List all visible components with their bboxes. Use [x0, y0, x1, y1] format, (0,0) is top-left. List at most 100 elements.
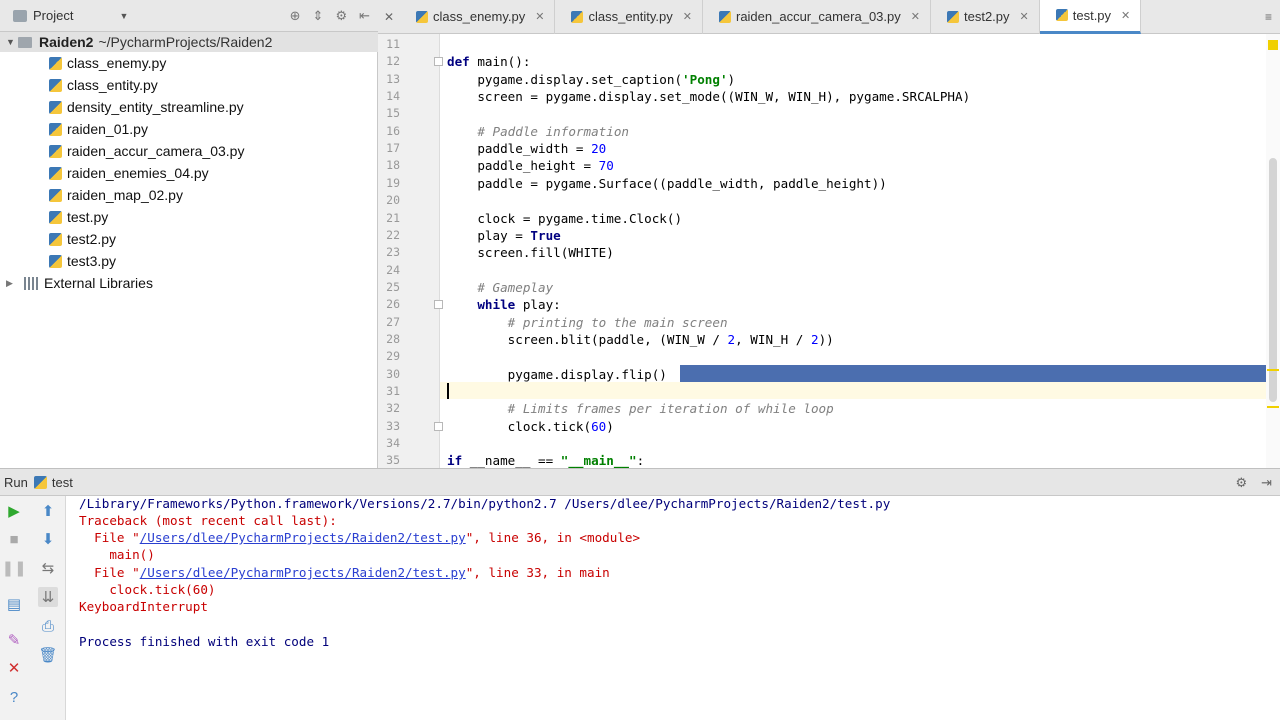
- run-console-output[interactable]: /Library/Frameworks/Python.framework/Ver…: [66, 496, 1280, 720]
- project-panel-title[interactable]: Project: [33, 8, 73, 23]
- root-folder-path: ~/PycharmProjects/Raiden2: [98, 34, 273, 50]
- arrow-up-icon[interactable]: ⬆: [38, 501, 58, 521]
- pin-tab-icon[interactable]: ✎: [4, 630, 24, 650]
- expand-arrow-icon[interactable]: ▶: [6, 278, 24, 289]
- current-line-highlight: [440, 382, 1280, 399]
- tree-root-row[interactable]: ▼ Raiden2 ~/PycharmProjects/Raiden2: [0, 32, 378, 52]
- close-icon[interactable]: ✕: [683, 10, 692, 23]
- warning-stripe-marker[interactable]: [1267, 406, 1279, 408]
- tree-file-item[interactable]: raiden_accur_camera_03.py: [49, 140, 244, 162]
- close-icon[interactable]: ✕: [378, 10, 400, 24]
- line-number: 20: [386, 193, 400, 208]
- code-editor[interactable]: 11 12 13 14 15 16 17 18 19 20 21 22 23 24 25 26 27 28 29 30…: [378, 34, 1280, 468]
- tree-file-item[interactable]: raiden_map_02.py: [49, 184, 183, 206]
- tree-file-item[interactable]: class_entity.py: [49, 74, 158, 96]
- file-name: test3.py: [67, 253, 117, 269]
- gear-icon[interactable]: ⚙: [335, 8, 347, 24]
- python-file-icon: [49, 122, 62, 136]
- tab-test2[interactable]: test2.py ✕: [931, 0, 1040, 34]
- python-file-icon: [946, 10, 959, 23]
- line-number: 35: [386, 453, 400, 468]
- hide-panel-icon[interactable]: ⇥: [1261, 475, 1272, 491]
- python-file-icon: [49, 144, 62, 158]
- gear-icon[interactable]: ⚙: [1235, 475, 1247, 491]
- console-traceback-code: main(): [79, 547, 155, 562]
- tab-label: test2.py: [963, 9, 1010, 24]
- arrow-down-icon[interactable]: ⬇: [38, 529, 58, 549]
- file-name: raiden_map_02.py: [67, 187, 183, 203]
- console-exit-line: Process finished with exit code 1: [79, 634, 330, 649]
- tab-class-entity[interactable]: class_entity.py ✕: [555, 0, 703, 34]
- line-number: 32: [386, 401, 400, 416]
- tree-file-item[interactable]: test.py: [49, 206, 108, 228]
- file-name: raiden_01.py: [67, 121, 148, 137]
- file-link[interactable]: /Users/dlee/PycharmProjects/Raiden2/test…: [140, 530, 466, 545]
- soft-wrap-icon[interactable]: ⇆: [38, 558, 58, 578]
- project-panel-header: Project ▼ ⊕ ⇕ ⚙ ⇤: [0, 0, 378, 32]
- expand-arrow-icon[interactable]: ▼: [6, 37, 18, 47]
- file-name: raiden_enemies_04.py: [67, 165, 209, 181]
- close-icon[interactable]: ✕: [1121, 9, 1130, 22]
- run-config-name[interactable]: test: [52, 475, 73, 490]
- console-text: ", line 36, in <module>: [465, 530, 641, 545]
- external-libraries-item[interactable]: ▶ External Libraries: [0, 272, 153, 294]
- code-line: # Limits frames per iteration of while l…: [507, 401, 834, 417]
- file-name: test.py: [67, 209, 109, 225]
- locate-icon[interactable]: ⊕: [290, 8, 301, 24]
- code-line: # printing to the main screen: [507, 314, 728, 330]
- close-icon[interactable]: ✕: [535, 10, 544, 23]
- tab-list-menu-icon[interactable]: ≡: [1265, 10, 1272, 24]
- restore-layout-icon[interactable]: ▤: [4, 594, 24, 614]
- editor-tab-bar: ✕ class_enemy.py ✕ class_entity.py ✕ raide…: [378, 0, 1280, 34]
- line-number-gutter: 11 12 13 14 15 16 17 18 19 20 21 22 23 24 25 26 27 28 29 30…: [378, 34, 443, 468]
- fold-marker-icon[interactable]: [434, 421, 443, 431]
- folder-icon: [18, 36, 32, 48]
- file-name: density_entity_streamline.py: [67, 99, 244, 115]
- code-line: paddle = pygame.Surface((paddle_width, p…: [447, 175, 887, 191]
- chevron-down-icon[interactable]: ▼: [119, 11, 128, 21]
- line-number: 19: [386, 175, 400, 190]
- line-number: 15: [386, 106, 400, 121]
- tree-file-item[interactable]: test3.py: [49, 250, 116, 272]
- close-icon[interactable]: ✕: [4, 658, 24, 678]
- rerun-icon[interactable]: ▶: [4, 501, 24, 521]
- pause-icon[interactable]: ❚❚: [1, 558, 26, 578]
- tree-file-item[interactable]: raiden_enemies_04.py: [49, 162, 209, 184]
- collapse-all-icon[interactable]: ⇕: [313, 8, 324, 24]
- warning-stripe-marker[interactable]: [1267, 369, 1279, 371]
- close-icon[interactable]: ✕: [1020, 10, 1029, 23]
- inspection-status-marker[interactable]: [1268, 40, 1278, 50]
- tree-file-item[interactable]: test2.py: [49, 228, 116, 250]
- tree-file-item[interactable]: raiden_01.py: [49, 118, 148, 140]
- code-line: # Gameplay: [477, 279, 554, 295]
- line-number: 34: [386, 436, 400, 451]
- line-number: 24: [386, 262, 400, 277]
- scroll-to-end-icon[interactable]: ⇊: [38, 587, 58, 607]
- tab-raiden-accur-camera[interactable]: raiden_accur_camera_03.py ✕: [703, 0, 931, 34]
- code-line: def main():: [447, 54, 531, 70]
- project-view-icon: [13, 9, 27, 22]
- tab-test[interactable]: test.py ✕: [1039, 0, 1142, 34]
- trash-icon[interactable]: 🗑: [38, 645, 58, 665]
- stop-icon[interactable]: ■: [4, 529, 24, 549]
- tab-class-enemy[interactable]: class_enemy.py ✕: [400, 0, 556, 34]
- file-link[interactable]: /Users/dlee/PycharmProjects/Raiden2/test…: [140, 565, 466, 580]
- console-text: ", line 33, in main: [465, 565, 610, 580]
- scrollbar-thumb[interactable]: [1269, 158, 1277, 402]
- project-tree: ▼ Raiden2 ~/PycharmProjects/Raiden2 clas…: [0, 32, 378, 468]
- help-icon[interactable]: ?: [4, 687, 24, 707]
- line-number: 12: [386, 54, 400, 69]
- console-command-line: /Library/Frameworks/Python.framework/Ver…: [79, 496, 891, 511]
- tree-file-item[interactable]: density_entity_streamline.py: [49, 96, 244, 118]
- tree-file-item[interactable]: class_enemy.py: [49, 52, 166, 74]
- print-icon[interactable]: ⎙: [38, 616, 58, 636]
- fold-marker-icon[interactable]: [434, 57, 443, 67]
- code-line: screen = pygame.display.set_mode((WIN_W,…: [447, 89, 971, 105]
- fold-marker-icon[interactable]: [434, 300, 443, 310]
- python-file-icon: [718, 10, 731, 23]
- file-name: test2.py: [67, 231, 117, 247]
- line-number: 26: [386, 297, 400, 312]
- hide-panel-icon[interactable]: ⇤: [359, 8, 370, 24]
- editor-scrollbar[interactable]: [1266, 34, 1280, 468]
- close-icon[interactable]: ✕: [911, 10, 920, 23]
